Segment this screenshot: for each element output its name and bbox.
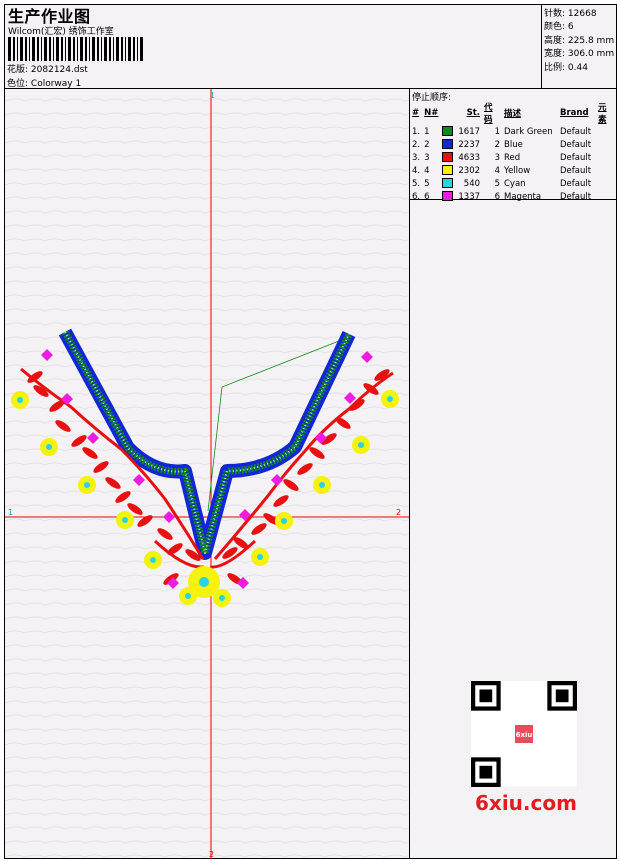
- row-element: [596, 190, 616, 203]
- row-desc: Cyan: [504, 178, 526, 189]
- axis-mark-left: 1: [8, 508, 13, 517]
- row-needle: 5: [424, 178, 430, 189]
- row-desc: Blue: [504, 139, 523, 150]
- axis-mark-top: 1: [210, 91, 215, 100]
- thread-color-swatch: [442, 178, 454, 189]
- col-brand: Brand: [560, 108, 589, 118]
- row-needle: 1: [424, 126, 430, 137]
- row-code: 6: [494, 191, 500, 202]
- stat-ratio: 比例: 0.44: [544, 63, 588, 73]
- row-index: 6.: [412, 191, 421, 202]
- row-swatch: [440, 151, 456, 164]
- row-desc: Magenta: [504, 191, 542, 202]
- stop-row: 6. 6 1337 6 Magenta Default: [410, 190, 616, 203]
- stat-width: 宽度: 306.0 mm: [544, 49, 615, 59]
- stat-height: 高度: 225.8 mm: [544, 36, 615, 46]
- barcode: [8, 37, 143, 61]
- thread-color-swatch: [442, 191, 454, 202]
- row-needle: 2: [424, 139, 430, 150]
- row-index: 5.: [412, 178, 421, 189]
- row-element: [596, 125, 616, 138]
- row-stitches: 540: [463, 178, 481, 189]
- studio-name: Wilcom(汇宏) 绣饰工作室: [8, 27, 114, 37]
- qr-stamp-logo: 6xiu: [516, 731, 533, 739]
- row-element: [596, 151, 616, 164]
- stop-row: 3. 3 4633 3 Red Default: [410, 151, 616, 164]
- row-stitches: 2237: [458, 139, 481, 150]
- row-stitches: 1337: [458, 191, 481, 202]
- design-file: 花版: 2082124.dst: [7, 62, 88, 75]
- row-swatch: [440, 164, 456, 177]
- row-code: 5: [494, 178, 500, 189]
- thread-color-swatch: [442, 126, 454, 137]
- panel-divider: [409, 89, 410, 859]
- row-brand: Default: [560, 152, 592, 163]
- row-swatch: [440, 177, 456, 190]
- row-stitches: 1617: [458, 126, 481, 137]
- fabric-texture: [5, 98, 409, 858]
- row-code: 2: [494, 139, 500, 150]
- row-desc: Dark Green: [504, 126, 553, 137]
- col-index: #: [412, 108, 420, 118]
- stop-row: 4. 4 2302 4 Yellow Default: [410, 164, 616, 177]
- axis-mark-right: 2: [396, 508, 401, 517]
- row-brand: Default: [560, 165, 592, 176]
- watermark-text: 6xiu.com: [475, 791, 577, 815]
- stop-sequence-table: # N# St. 代码 描述 Brand 元素 1. 1 1617 1 Dark Gre…: [410, 101, 616, 203]
- col-desc: 描述: [504, 109, 522, 119]
- row-index: 2.: [412, 139, 421, 150]
- row-desc: Red: [504, 152, 521, 163]
- row-needle: 6: [424, 191, 430, 202]
- col-code: 代码: [484, 103, 493, 125]
- row-swatch: [440, 190, 456, 203]
- row-index: 1.: [412, 126, 421, 137]
- row-brand: Default: [560, 126, 592, 137]
- row-needle: 3: [424, 152, 430, 163]
- row-desc: Yellow: [504, 165, 531, 176]
- design-file-label: 花版:: [7, 65, 29, 75]
- col-element: 元素: [598, 103, 607, 125]
- row-code: 4: [494, 165, 500, 176]
- row-code: 1: [494, 126, 500, 137]
- row-brand: Default: [560, 191, 592, 202]
- thread-color-swatch: [442, 152, 454, 163]
- row-element: [596, 138, 616, 151]
- row-stitches: 2302: [458, 165, 481, 176]
- stop-row: 1. 1 1617 1 Dark Green Default: [410, 125, 616, 138]
- design-file-value: 2082124.dst: [30, 65, 88, 75]
- embroidery-neckline: [11, 328, 399, 607]
- col-needle: N#: [424, 108, 439, 118]
- row-brand: Default: [560, 139, 592, 150]
- qr-code: 6xiu: [471, 681, 577, 787]
- thread-color-swatch: [442, 139, 454, 150]
- stat-stitches: 针数: 12668: [544, 9, 597, 19]
- design-preview: 1 1 2 2: [5, 89, 409, 859]
- worksheet: 生产作业图 Wilcom(汇宏) 绣饰工作室 花版: 2082124.dst 色…: [4, 4, 617, 859]
- row-swatch: [440, 138, 456, 151]
- col-swatch: [440, 101, 456, 125]
- stop-row: 5. 5 540 5 Cyan Default: [410, 177, 616, 190]
- row-index: 4.: [412, 165, 421, 176]
- stop-table-header: # N# St. 代码 描述 Brand 元素: [410, 101, 616, 125]
- row-index: 3.: [412, 152, 421, 163]
- stat-colors: 颜色: 6: [544, 22, 574, 32]
- col-stitches: St.: [466, 108, 481, 118]
- thread-color-swatch: [442, 165, 454, 176]
- axis-mark-bottom: 2: [209, 850, 214, 859]
- row-element: [596, 177, 616, 190]
- row-element: [596, 164, 616, 177]
- row-stitches: 4633: [458, 152, 481, 163]
- row-code: 3: [494, 152, 500, 163]
- center-flower: [188, 566, 220, 598]
- row-needle: 4: [424, 165, 430, 176]
- row-swatch: [440, 125, 456, 138]
- stop-row: 2. 2 2237 2 Blue Default: [410, 138, 616, 151]
- stats-panel: 针数: 12668 颜色: 6 高度: 225.8 mm 宽度: 306.0 m…: [541, 5, 617, 88]
- row-brand: Default: [560, 178, 592, 189]
